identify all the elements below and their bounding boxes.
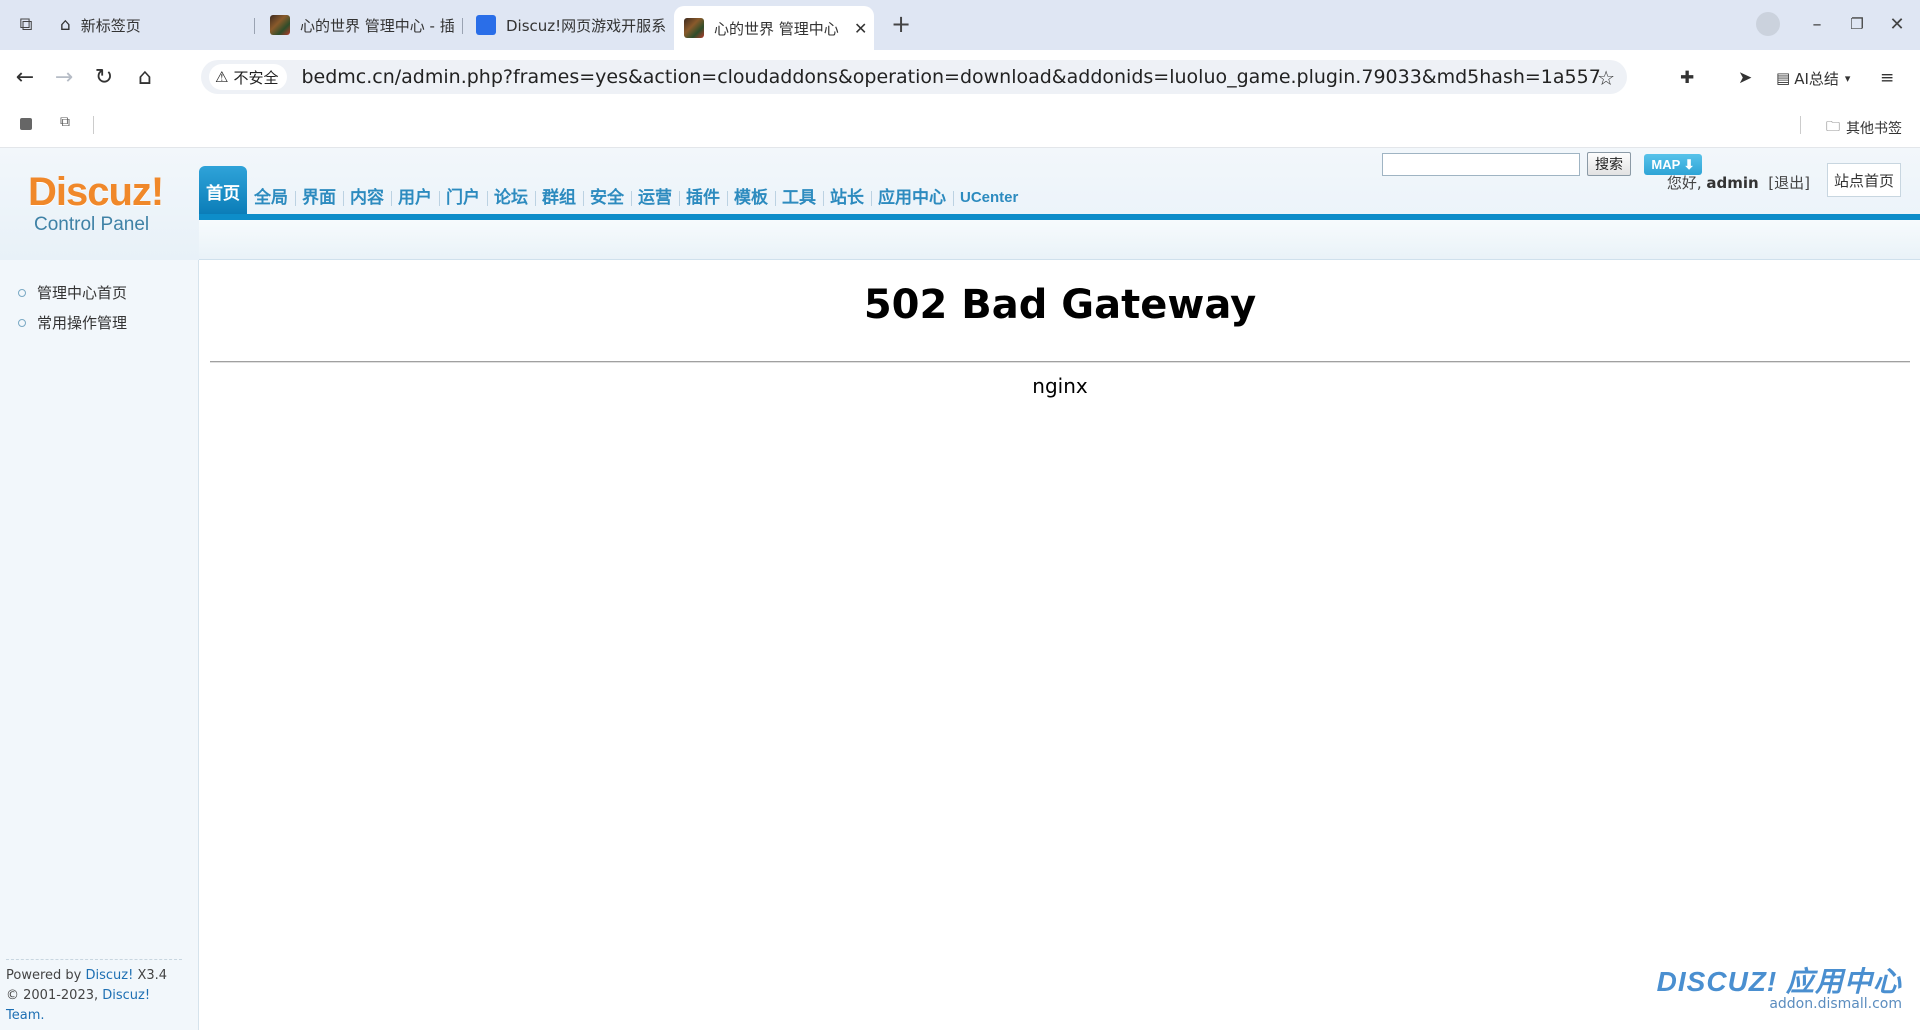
error-divider — [210, 361, 1910, 363]
discuz-admin-frame: Discuz! Control Panel 首页 全局 界面 内容 用户 门户 … — [0, 148, 1920, 1030]
restore-icon[interactable]: ❐ — [1845, 12, 1869, 36]
tab-admin-active[interactable]: 心的世界 管理中心 ✕ — [674, 6, 874, 50]
other-bookmarks-label: 其他书签 — [1846, 121, 1902, 137]
user-info: 您好, admin [退出] — [1667, 172, 1810, 193]
bullet-icon — [18, 318, 26, 327]
admin-search-input[interactable] — [1382, 153, 1580, 176]
back-arrow-icon[interactable]: ← — [11, 63, 39, 91]
warning-triangle-icon: ⚠ — [215, 68, 229, 86]
tab-actions-icon[interactable]: ⧉ — [14, 12, 38, 36]
sidebar-item-common-ops[interactable]: 常用操作管理 — [18, 312, 127, 333]
sidebar-footer: Powered by Discuz! X3.4 © 2001-2023, Dis… — [6, 959, 182, 1026]
tab-label: 新标签页 — [80, 16, 141, 35]
copy-icon[interactable]: ⧉ — [60, 114, 70, 130]
tab-separator — [462, 18, 463, 34]
home-icon[interactable]: ⌂ — [131, 63, 159, 91]
extensions-puzzle-icon[interactable]: ✚ — [1680, 65, 1694, 91]
footer-brand-link[interactable]: Discuz! — [86, 968, 134, 983]
minimize-icon[interactable]: – — [1805, 12, 1829, 36]
admin-content-frame: 502 Bad Gateway nginx DISCUZ! 应用中心 addon… — [200, 260, 1920, 1030]
nav-forum[interactable]: 论坛 — [487, 182, 535, 214]
tab-admin-plugin[interactable]: 心的世界 管理中心 - 插 — [270, 6, 460, 44]
tab-label: 心的世界 管理中心 - 插 — [300, 16, 455, 35]
footer-version: X3.4 — [137, 968, 168, 983]
chevron-down-icon: ▾ — [1844, 71, 1851, 85]
bookmark-bar: ⧉ 🗀 其他书签 — [0, 104, 1920, 148]
stop-icon[interactable] — [20, 118, 32, 130]
other-bookmarks[interactable]: 🗀 其他书签 — [1826, 116, 1902, 140]
address-bar-row: ← → ↻ ⌂ ⚠ 不安全 bedmc.cn/admin.php?frames=… — [0, 50, 1920, 104]
nav-portal[interactable]: 门户 — [439, 182, 487, 214]
username: admin — [1706, 174, 1759, 192]
greeting: 您好, — [1666, 174, 1702, 192]
footer-powered: Powered by — [6, 968, 82, 983]
admin-header: Discuz! Control Panel 首页 全局 界面 内容 用户 门户 … — [0, 148, 1920, 260]
nav-templates[interactable]: 模板 — [727, 182, 775, 214]
sidebar-item-label: 管理中心首页 — [37, 284, 128, 302]
nav-interface[interactable]: 界面 — [295, 182, 343, 214]
bookmark-star-icon[interactable]: ☆ — [1597, 66, 1615, 90]
admin-sidebar: 管理中心首页 常用操作管理 Powered by Discuz! X3.4 © … — [0, 260, 199, 1030]
footer-copyright: © 2001-2023, — [6, 988, 99, 1003]
tab-label: 心的世界 管理中心 — [714, 19, 839, 38]
error-title: 502 Bad Gateway — [863, 282, 1257, 328]
site-home-button[interactable]: 站点首页 — [1827, 163, 1901, 197]
browser-tab-bar: ⧉ ⌂ 新标签页 心的世界 管理中心 - 插 Discuz!网页游戏开服系 心的… — [0, 0, 1920, 50]
security-chip[interactable]: ⚠ 不安全 — [209, 64, 288, 90]
logo-subtitle: Control Panel — [34, 214, 150, 235]
map-button[interactable]: MAP ⬇ — [1644, 154, 1702, 175]
home-icon: ⌂ — [60, 15, 71, 35]
nav-content[interactable]: 内容 — [343, 182, 391, 214]
logo-word: Discuz! — [28, 170, 164, 214]
reload-icon[interactable]: ↻ — [90, 63, 118, 91]
sidebar-item-label: 常用操作管理 — [37, 314, 128, 332]
omnibox[interactable]: ⚠ 不安全 bedmc.cn/admin.php?frames=yes&acti… — [201, 60, 1627, 94]
discuz-logo[interactable]: Discuz! Control Panel — [28, 170, 188, 240]
nav-operations[interactable]: 运营 — [631, 182, 679, 214]
nav-home[interactable]: 首页 — [199, 166, 247, 214]
watermark-brand: DISCUZ! 应用中心 — [1656, 966, 1902, 997]
folder-icon: 🗀 — [1826, 119, 1840, 135]
admin-search-button[interactable]: 搜索 — [1587, 152, 1631, 176]
security-label: 不安全 — [233, 68, 279, 87]
logout-link[interactable]: [退出] — [1768, 174, 1810, 192]
new-tab-plus-icon[interactable]: + — [889, 10, 913, 38]
tab-new-tab[interactable]: ⌂ 新标签页 — [60, 6, 230, 44]
tab-discuz-game[interactable]: Discuz!网页游戏开服系 — [476, 6, 666, 44]
tab-separator — [254, 18, 255, 34]
nav-tools[interactable]: 工具 — [775, 182, 823, 214]
ai-summary-icon: ▤ — [1776, 69, 1791, 87]
forward-arrow-icon[interactable]: → — [50, 63, 78, 91]
nav-users[interactable]: 用户 — [391, 182, 439, 214]
nav-app-center[interactable]: 应用中心 — [871, 182, 953, 214]
nav-plugins[interactable]: 插件 — [679, 182, 727, 214]
nav-ucenter[interactable]: UCenter — [953, 182, 1025, 214]
main-nav: 首页 全局 界面 内容 用户 门户 论坛 群组 安全 运营 插件 模板 工具 站… — [199, 166, 1025, 214]
sidebar-item-admin-home[interactable]: 管理中心首页 — [18, 282, 127, 303]
app-center-watermark[interactable]: DISCUZ! 应用中心 addon.dismall.com — [1622, 960, 1902, 1016]
nav-security[interactable]: 安全 — [583, 182, 631, 214]
menu-icon[interactable]: ≡ — [1880, 65, 1894, 91]
bullet-icon — [18, 288, 26, 297]
ai-summary-label: AI总结 — [1794, 69, 1839, 88]
tab-label: Discuz!网页游戏开服系 — [506, 16, 666, 35]
bookmark-separator — [1800, 116, 1801, 134]
error-server: nginx — [1032, 374, 1088, 398]
bookmark-separator — [93, 116, 94, 134]
discuz-favicon-icon — [476, 15, 496, 35]
close-tab-icon[interactable]: ✕ — [854, 19, 867, 38]
nav-global[interactable]: 全局 — [247, 182, 295, 214]
sub-toolbar — [199, 220, 1920, 260]
profile-avatar-icon[interactable] — [1756, 12, 1780, 36]
ai-summary-button[interactable]: ▤ AI总结 ▾ — [1776, 65, 1850, 91]
nav-webmaster[interactable]: 站长 — [823, 182, 871, 214]
nav-groups[interactable]: 群组 — [535, 182, 583, 214]
watermark-domain: addon.dismall.com — [1769, 996, 1902, 1012]
send-icon[interactable]: ➤ — [1738, 65, 1752, 91]
url-text[interactable]: bedmc.cn/admin.php?frames=yes&action=clo… — [301, 66, 1601, 88]
game-favicon-icon — [684, 18, 704, 38]
game-favicon-icon — [270, 15, 290, 35]
close-window-icon[interactable]: ✕ — [1885, 12, 1909, 36]
